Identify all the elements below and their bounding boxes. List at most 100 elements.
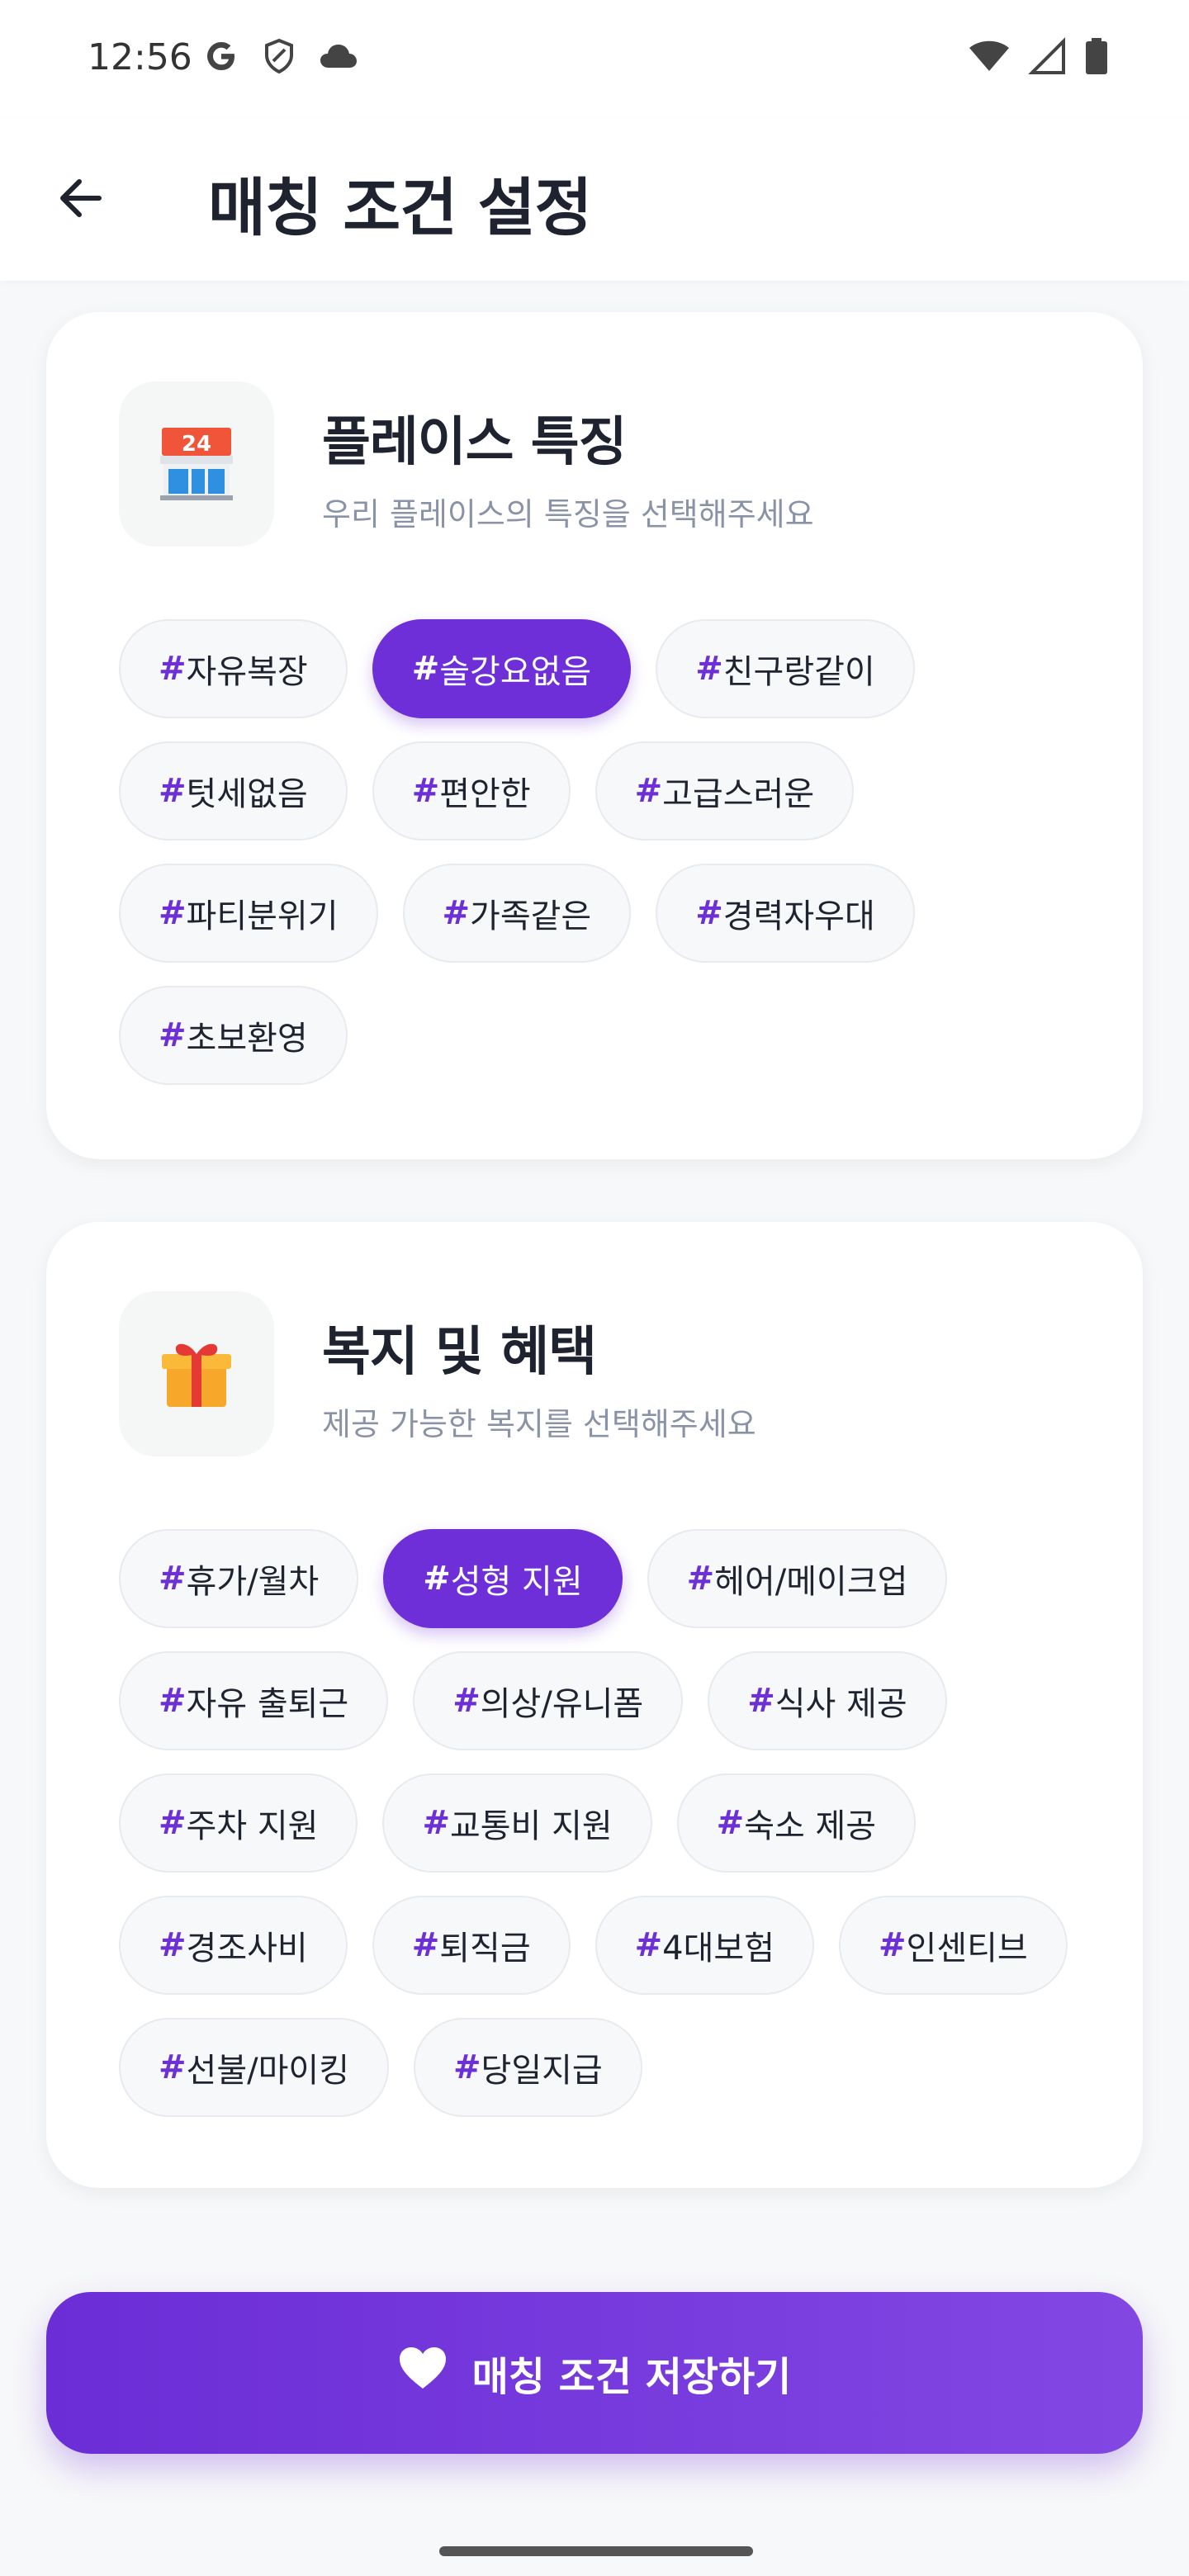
tag-hash: # (159, 1804, 187, 1842)
tag-chip[interactable]: # 경조사비 (119, 1896, 348, 1995)
tag-label: 인센티브 (906, 1930, 1028, 1968)
tag-label: 성형 지원 (450, 1563, 583, 1601)
save-matching-button[interactable]: 매칭 조건 저장하기 (46, 2292, 1143, 2454)
tag-chip[interactable]: # 고급스러운 (594, 741, 855, 841)
tag-chip[interactable]: # 선불/마이킹 (119, 2018, 389, 2117)
card-icon-box: 24 (119, 381, 274, 547)
tag-hash: # (159, 1016, 187, 1054)
tag-hash: # (634, 1926, 663, 1964)
tag-label: 경조사비 (186, 1930, 308, 1968)
status-bar: 12:56 (0, 0, 1189, 119)
heart-icon (398, 2346, 448, 2400)
tag-label: 당일지급 (481, 2052, 603, 2090)
tag-label: 텃세없음 (186, 775, 308, 813)
tag-chip[interactable]: # 휴가/월차 (119, 1529, 359, 1628)
tag-hash: # (159, 2048, 187, 2086)
tag-chip[interactable]: # 초보환영 (119, 986, 348, 1085)
tag-label: 초보환영 (186, 1020, 308, 1058)
gift-icon (157, 1333, 236, 1415)
tag-hash: # (159, 894, 187, 932)
tag-label: 의상/유니폼 (480, 1685, 644, 1723)
tag-chip[interactable]: # 텃세없음 (119, 741, 348, 841)
tag-chip[interactable]: # 식사 제공 (708, 1651, 947, 1750)
back-button[interactable] (46, 165, 116, 234)
tag-label: 고급스러운 (662, 775, 815, 813)
tag-hash: # (159, 1560, 187, 1598)
save-button-label: 매칭 조건 저장하기 (471, 2354, 792, 2400)
tag-chip[interactable]: # 인센티브 (839, 1896, 1068, 1995)
tag-hash: # (159, 772, 187, 810)
wifi-icon (968, 36, 1011, 79)
tag-chip[interactable]: # 친구랑같이 (656, 619, 915, 718)
tag-chip[interactable]: # 주차 지원 (119, 1773, 358, 1873)
tag-hash: # (159, 1682, 187, 1720)
tag-label: 선불/마이킹 (186, 2052, 349, 2090)
tag-hash: # (747, 1682, 775, 1720)
card-subtitle: 제공 가능한 복지를 선택해주세요 (322, 1406, 756, 1442)
tag-chip[interactable]: # 당일지급 (414, 2018, 642, 2117)
cloud-icon (317, 36, 360, 79)
app-bar: 매칭 조건 설정 (0, 119, 1189, 281)
tag-hash: # (686, 1560, 715, 1598)
tag-label: 파티분위기 (186, 897, 339, 935)
tag-hash: # (411, 772, 440, 810)
tag-label: 친구랑같이 (722, 653, 875, 691)
tag-hash: # (716, 1804, 745, 1842)
tag-chip[interactable]: #4대보험 (594, 1896, 815, 1995)
status-time: 12:56 (88, 36, 192, 78)
tag-label: 식사 제공 (775, 1685, 907, 1723)
tag-hash: # (411, 650, 440, 688)
tag-label: 가족같은 (470, 897, 592, 935)
tag-chip[interactable]: # 퇴직금 (372, 1896, 571, 1995)
tag-chip[interactable]: # 술강요없음 (372, 619, 632, 718)
place-features-card: 24 플레이스 특징 우리 플레이스의 특징을 선택해주세요 # 자유복장 # 술강요… (46, 312, 1143, 1159)
tag-hash: # (423, 1560, 451, 1598)
tag-hash: # (159, 650, 187, 688)
convenience-store-icon: 24 (157, 421, 236, 507)
tag-chip[interactable]: # 경력자우대 (656, 864, 915, 963)
tag-hash: # (159, 1926, 187, 1964)
tag-label: 4대보험 (662, 1930, 775, 1968)
status-icons-right (968, 36, 1110, 79)
tag-label: 헤어/메이크업 (714, 1563, 908, 1601)
card-icon-box (119, 1291, 274, 1456)
card-title: 복지 및 혜택 (322, 1322, 597, 1383)
tag-chip[interactable]: # 의상/유니폼 (413, 1651, 684, 1750)
tag-chip[interactable]: # 성형 지원 (383, 1529, 623, 1628)
arrow-left-icon (54, 172, 107, 228)
tag-chip[interactable]: # 숙소 제공 (676, 1773, 917, 1873)
tag-chip[interactable]: # 자유 출퇴근 (119, 1651, 389, 1750)
shield-icon (259, 36, 299, 79)
feature-tag-list: # 자유복장 # 술강요없음 # 친구랑같이 # 텃세없음 # 편안한 # 고급스러운 # 파티분위기 # 가… (119, 619, 1077, 1085)
tag-chip[interactable]: # 교통비 지원 (382, 1773, 652, 1873)
home-indicator (439, 2546, 753, 2556)
tag-chip[interactable]: # 편안한 (372, 741, 571, 841)
card-subtitle: 우리 플레이스의 특징을 선택해주세요 (322, 496, 814, 533)
tag-label: 주차 지원 (186, 1807, 319, 1845)
tag-hash: # (695, 894, 723, 932)
benefit-tag-list: # 휴가/월차 # 성형 지원 # 헤어/메이크업 # 자유 출퇴근 # 의상/유니폼 # 식사 제공… (119, 1529, 1077, 2117)
tag-chip[interactable]: # 헤어/메이크업 (647, 1529, 948, 1628)
tag-hash: # (453, 2048, 481, 2086)
tag-chip[interactable]: # 파티분위기 (119, 864, 378, 963)
signal-icon (1027, 36, 1067, 79)
battery-icon (1083, 36, 1110, 79)
tag-chip[interactable]: # 자유복장 (119, 619, 348, 718)
google-icon (201, 36, 241, 79)
tag-hash: # (411, 1926, 440, 1964)
tag-hash: # (634, 772, 663, 810)
card-title: 플레이스 특징 (322, 412, 628, 473)
tag-label: 경력자우대 (722, 897, 875, 935)
tag-label: 술강요없음 (439, 653, 592, 691)
benefits-card: 복지 및 혜택 제공 가능한 복지를 선택해주세요 # 휴가/월차 # 성형 지원 # 헤… (46, 1222, 1143, 2188)
tag-label: 자유복장 (186, 653, 308, 691)
tag-label: 퇴직금 (439, 1930, 531, 1968)
tag-hash: # (695, 650, 723, 688)
tag-hash: # (879, 1926, 907, 1964)
svg-text:24: 24 (182, 432, 211, 457)
tag-hash: # (452, 1682, 481, 1720)
tag-label: 교통비 지원 (449, 1807, 613, 1845)
page-title: 매칭 조건 설정 (208, 171, 592, 244)
tag-label: 숙소 제공 (744, 1807, 877, 1845)
tag-chip[interactable]: # 가족같은 (402, 864, 632, 963)
